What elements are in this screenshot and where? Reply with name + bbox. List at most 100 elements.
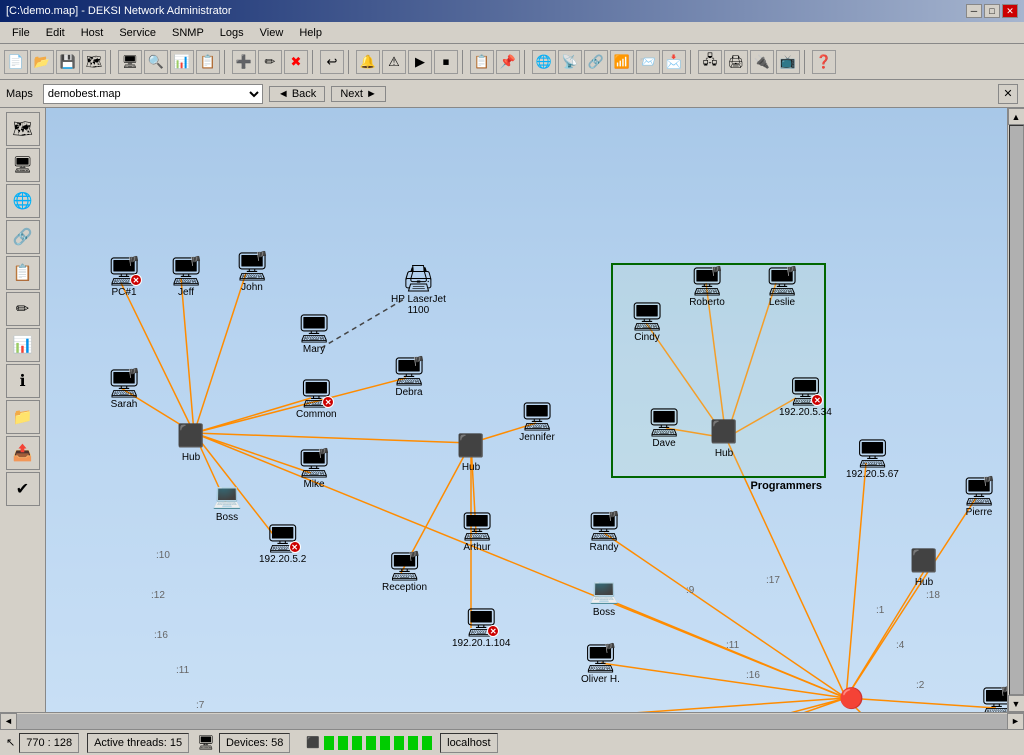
node-arthur[interactable]: 🖥 Arthur [459,511,495,553]
bottom-scrollbar[interactable]: ◄ ► [0,712,1024,729]
hscroll-track[interactable] [17,714,1007,729]
node-printer[interactable]: 🖨 HP LaserJet1100 [391,263,446,316]
node-jennifer[interactable]: 🖥 Jennifer [519,401,555,443]
close-button[interactable]: ✕ [1002,4,1018,18]
node-debra[interactable]: 🖥 🏴 Debra [391,356,427,398]
tb-discover[interactable]: 🔍 [144,50,168,74]
node-label: Pierre [966,507,993,518]
tb-alert[interactable]: 🔔 [356,50,380,74]
tb-stop[interactable]: ⏹ [434,50,458,74]
menu-logs[interactable]: Logs [212,25,252,41]
node-label: Roberto [689,297,725,308]
sidebar-chart-btn[interactable]: 📊 [6,328,40,362]
sidebar-pc-btn[interactable]: 🖥 [6,148,40,182]
sidebar-edit-btn[interactable]: ✏ [6,292,40,326]
node-katherin[interactable]: 🖥 🏴 Katherin [978,686,1007,712]
node-common[interactable]: 🖥 ✕ Common [296,378,337,420]
node-ip2[interactable]: 🖥 ✕ 192.20.1.104 [452,607,510,649]
next-button[interactable]: Next ► [331,86,386,102]
node-sarah[interactable]: 🖥 🏴 Sarah [106,368,142,410]
node-mike[interactable]: 🖥 🏴 Mike [296,448,332,490]
maps-close-button[interactable]: ✕ [998,84,1018,104]
sidebar-map-btn[interactable]: 🗺 [6,112,40,146]
tb-net5[interactable]: 📨 [636,50,660,74]
tb-edit[interactable]: ✏ [258,50,282,74]
sidebar-ip-btn[interactable]: 🌐 [6,184,40,218]
node-pierre[interactable]: 🖥 🏴 Pierre [961,476,997,518]
node-hub1[interactable]: ⬛ Hub [173,421,209,463]
menu-view[interactable]: View [252,25,292,41]
svg-text::4: :4 [896,640,905,651]
menu-file[interactable]: File [4,25,38,41]
tb-d3[interactable]: 🔌 [750,50,774,74]
node-cisco-router[interactable]: 🔴 Cisco_routc... [821,683,882,712]
tb-paste[interactable]: 📌 [496,50,520,74]
tb-d4[interactable]: 📺 [776,50,800,74]
scroll-right-button[interactable]: ► [1007,713,1024,730]
sidebar-check-btn[interactable]: ✔ [6,472,40,506]
scroll-down-button[interactable]: ▼ [1008,695,1024,712]
tb-count[interactable]: 📊 [170,50,194,74]
tb-new[interactable]: 📄 [4,50,28,74]
sidebar-doc-btn[interactable]: 📋 [6,256,40,290]
sidebar-info-btn[interactable]: ℹ [6,364,40,398]
node-hub5[interactable]: ⬛ Hub [706,417,742,459]
node-john[interactable]: 🖥 🏴 John [234,251,270,293]
tb-net4[interactable]: 📶 [610,50,634,74]
tb-help[interactable]: ❓ [812,50,836,74]
tb-list[interactable]: 📋 [196,50,220,74]
tb-undo[interactable]: ↩ [320,50,344,74]
minimize-button[interactable]: ─ [966,4,982,18]
right-scrollbar[interactable]: ▲ ▼ [1007,108,1024,712]
tb-d2[interactable]: 🖨 [724,50,748,74]
node-ip4[interactable]: 🖥 ✕ 192.20.5.34 [779,376,832,418]
tb-map[interactable]: 🗺 [82,50,106,74]
back-button[interactable]: ◄ Back [269,86,325,102]
node-ip3[interactable]: 🖥 192.20.5.67 [846,438,899,480]
tb-net6[interactable]: 📩 [662,50,686,74]
menu-edit[interactable]: Edit [38,25,73,41]
node-hub2[interactable]: ⬛ Hub [453,431,489,473]
node-reception[interactable]: 🖥 🏴 Reception [382,551,427,593]
node-roberto[interactable]: 🖥 🏴 Roberto [689,266,725,308]
maximize-button[interactable]: □ [984,4,1000,18]
menu-help[interactable]: Help [291,25,330,41]
node-randy[interactable]: 🖥 🏴 Randy [586,511,622,553]
node-dave[interactable]: 🖥 Dave [646,407,682,449]
tb-copy[interactable]: 📋 [470,50,494,74]
scroll-track[interactable] [1009,125,1024,695]
node-label: Hub [915,577,933,588]
sidebar-net-btn[interactable]: 🔗 [6,220,40,254]
node-hub3[interactable]: ⬛ Hub [906,546,942,588]
tb-pc[interactable]: 🖥 [118,50,142,74]
maps-dropdown[interactable]: demobest.map demo.map [43,84,263,104]
sidebar-folder-btn[interactable]: 📁 [6,400,40,434]
node-mary[interactable]: 🖥 Mary [296,313,332,355]
node-leslie[interactable]: 🖥 🏴 Leslie [764,266,800,308]
menu-snmp[interactable]: SNMP [164,25,212,41]
tb-save[interactable]: 💾 [56,50,80,74]
map-canvas[interactable]: :10 :12 :16 :11 :7 :16 :18 :19 :7 :9 :9 … [46,108,1007,712]
tb-run[interactable]: ▶ [408,50,432,74]
menu-host[interactable]: Host [73,25,112,41]
node-boss2[interactable]: 💻 Boss [586,576,622,618]
tb-net3[interactable]: 🔗 [584,50,608,74]
scroll-left-button[interactable]: ◄ [0,713,17,730]
scroll-up-button[interactable]: ▲ [1008,108,1024,125]
node-cindy[interactable]: 🖥 Cindy [629,301,665,343]
sidebar-upload-btn[interactable]: 📤 [6,436,40,470]
tb-d1[interactable]: 🖧 [698,50,722,74]
node-label: Boss [216,512,238,523]
tb-add[interactable]: ➕ [232,50,256,74]
node-boss1[interactable]: 💻 Boss [209,481,245,523]
tb-open[interactable]: 📂 [30,50,54,74]
node-ip1[interactable]: 🖥 ✕ 192.20.5.2 [259,523,306,565]
menu-service[interactable]: Service [111,25,164,41]
node-jeff[interactable]: 🖥 🏴 Jeff [168,256,204,298]
tb-delete[interactable]: ✖ [284,50,308,74]
node-oliverh[interactable]: 🖥 🏴 Oliver H. [581,643,620,685]
tb-net2[interactable]: 📡 [558,50,582,74]
tb-net1[interactable]: 🌐 [532,50,556,74]
tb-alert2[interactable]: ⚠ [382,50,406,74]
node-pc1[interactable]: 🖥 ✕ 🏴 PC#1 [106,256,142,298]
